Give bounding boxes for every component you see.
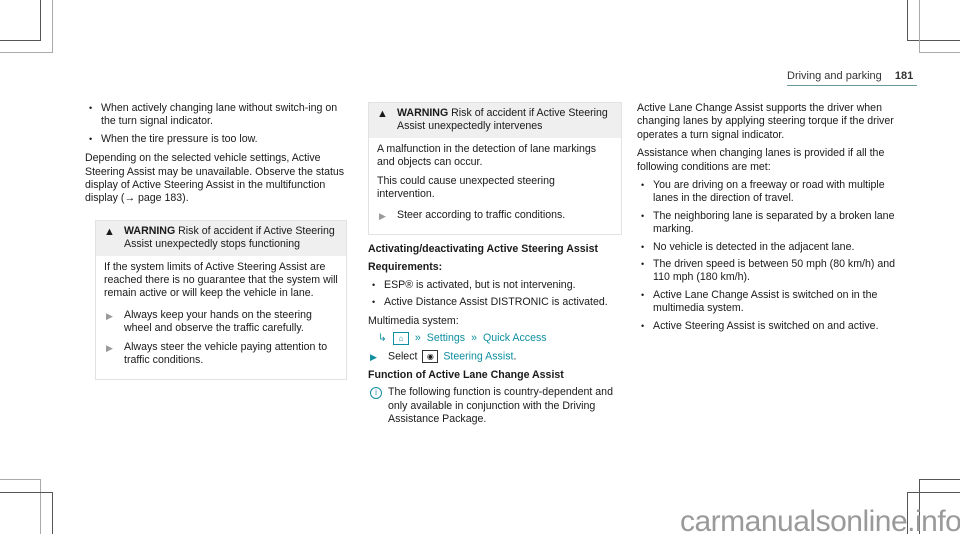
section-title: Driving and parking (787, 70, 882, 82)
double-chevron-icon: » (414, 331, 421, 344)
list-item: No vehicle is detected in the adjacent l… (637, 241, 909, 255)
step-item: ▶ Always keep your hands on the steering… (104, 309, 338, 336)
page-number: 181 (894, 70, 914, 82)
list-item: When the tire pressure is too low. (85, 133, 347, 147)
section-heading: Function of Active Lane Change Assist (368, 368, 564, 381)
paragraph: Assistance when changing lanes is provid… (637, 147, 885, 173)
list-item: ESP® is activated, but is not intervenin… (368, 279, 622, 293)
running-header: Driving and parking 181 (787, 70, 917, 86)
column-2: ▲ WARNING Risk of accident if Active Ste… (368, 102, 622, 427)
step-prefix: Select (388, 350, 418, 363)
path-item-quick-access: Quick Access (482, 331, 547, 344)
multimedia-label: Multimedia system: (368, 315, 459, 328)
list-item: The neighboring lane is separated by a b… (637, 210, 909, 237)
step-item: ▶ Always steer the vehicle paying attent… (104, 341, 338, 368)
steering-wheel-icon: ◉ (422, 350, 439, 364)
info-icon: i (370, 387, 382, 400)
bullet-list: When actively changing lane without swit… (85, 102, 347, 147)
crop-mark (0, 0, 53, 53)
warning-header: ▲ WARNING Risk of accident if Active Ste… (96, 220, 346, 256)
warning-box: ▲ WARNING Risk of accident if Active Ste… (368, 102, 622, 235)
warning-triangle-icon: ▲ (104, 225, 115, 238)
column-3: Active Lane Change Assist supports the d… (637, 102, 909, 339)
warning-box: ▲ WARNING Risk of accident if Active Ste… (95, 219, 347, 380)
list-item: Active Lane Change Assist is switched on… (637, 289, 909, 316)
step-text: Always steer the vehicle paying attentio… (124, 340, 328, 367)
step-item: ▶ Select ◉ Steering Assist. (368, 350, 622, 364)
list-item: Active Distance Assist DISTRONIC is acti… (368, 296, 622, 310)
paragraph: Depending on the selected vehicle settin… (85, 152, 345, 205)
step-arrow-icon: ▶ (370, 352, 377, 363)
step-arrow-icon: ▶ (379, 211, 386, 222)
info-note: i The following function is country-depe… (368, 386, 622, 426)
column-1: When actively changing lane without swit… (85, 102, 347, 388)
double-chevron-icon: » (471, 331, 477, 344)
list-item: You are driving on a freeway or road wit… (637, 179, 909, 206)
step-text: Always keep your hands on the steering w… (124, 308, 312, 335)
crop-mark (919, 0, 960, 53)
list-item: Active Steering Assist is switched on an… (637, 320, 909, 334)
watermark: carmanualsonline.info (680, 505, 960, 538)
list-item: The driven speed is between 50 mph (80 k… (637, 258, 909, 285)
warning-triangle-icon: ▲ (377, 108, 388, 120)
conditions-list: You are driving on a freeway or road wit… (637, 179, 909, 333)
info-text: The following function is country-depend… (388, 386, 613, 426)
warning-body: If the system limits of Active Steering … (96, 256, 346, 379)
warning-text: This could cause unexpected steering int… (377, 174, 555, 201)
path-arrow-icon: ↳ (378, 331, 387, 344)
steering-assist-link: Steering Assist (443, 350, 514, 363)
step-arrow-icon: ▶ (106, 342, 113, 353)
step-text: Steer according to traffic conditions. (397, 209, 566, 222)
warning-body: A malfunction in the detection of lane m… (369, 138, 621, 234)
warning-text: If the system limits of Active Steering … (104, 260, 338, 300)
crop-mark (0, 492, 53, 534)
warning-text: A malfunction in the detection of lane m… (377, 142, 597, 169)
path-item-settings: Settings (426, 331, 466, 344)
warning-label: WARNING (397, 107, 449, 119)
menu-path: ↳ ⌂ » Settings » Quick Access (378, 331, 622, 346)
step-suffix: . (513, 350, 517, 363)
warning-header: ▲ WARNING Risk of accident if Active Ste… (369, 103, 621, 138)
paragraph: Active Lane Change Assist supports the d… (637, 102, 894, 141)
home-icon: ⌂ (392, 332, 409, 346)
warning-label: WARNING (124, 224, 176, 237)
requirements-list: ESP® is activated, but is not intervenin… (368, 279, 622, 310)
requirements-label: Requirements: (368, 261, 443, 274)
step-item: ▶ Steer according to traffic conditions. (377, 209, 613, 222)
section-heading: Activating/deactivating Active Steering … (368, 242, 598, 255)
list-item: When actively changing lane without swit… (85, 102, 347, 129)
step-arrow-icon: ▶ (106, 310, 113, 321)
